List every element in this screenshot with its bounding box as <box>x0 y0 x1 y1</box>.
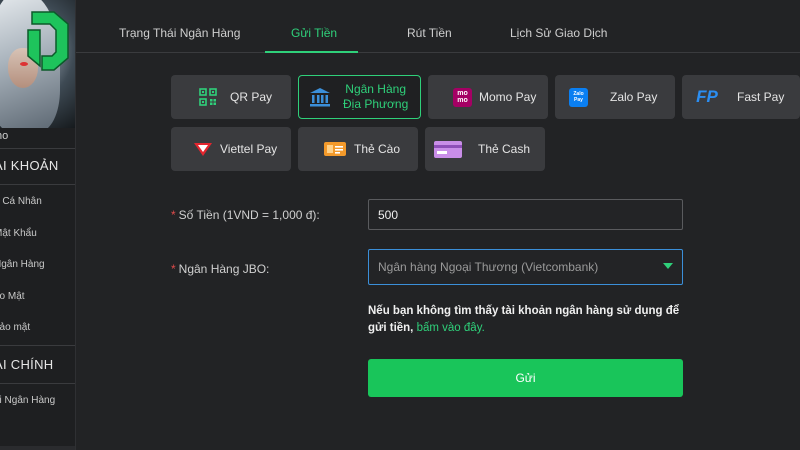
sidebar-item-password[interactable]: Mật Khẩu <box>0 228 37 239</box>
divider <box>0 446 75 450</box>
payment-cash-card[interactable]: Thẻ Cash <box>425 127 545 171</box>
tab-transaction-history[interactable]: Lịch Sử Giao Dịch <box>510 26 607 40</box>
brand-logo-icon <box>27 11 69 71</box>
payment-local-bank[interactable]: Ngân Hàng Địa Phương <box>298 75 421 119</box>
qr-code-icon <box>199 88 217 106</box>
payment-label: Thẻ Cào <box>354 142 401 156</box>
amount-label-text: Số Tiền (1VND = 1,000 đ): <box>178 208 320 222</box>
bank-select[interactable]: Ngân hàng Ngoại Thương (Vietcombank) <box>368 249 683 285</box>
required-mark: * <box>171 262 176 276</box>
payment-label: Fast Pay <box>737 90 785 104</box>
payment-label: Momo Pay <box>479 90 537 104</box>
tab-bank-status[interactable]: Trạng Thái Ngân Hàng <box>119 26 240 40</box>
section-account-title: ÀI KHOẢN <box>0 158 59 173</box>
bank-not-found-note: Nếu bạn không tìm thấy tài khoản ngân hà… <box>368 303 683 337</box>
bank-label-text: Ngân Hàng JBO: <box>178 262 270 276</box>
required-mark: * <box>171 208 176 222</box>
bank-icon <box>309 86 331 108</box>
payment-label: Viettel Pay <box>220 142 278 156</box>
divider <box>0 184 75 185</box>
payment-label: QR Pay <box>230 90 273 104</box>
viettel-icon <box>193 140 213 158</box>
payment-zalo-pay[interactable]: Zalo Pay Zalo Pay <box>555 75 675 119</box>
tab-deposit[interactable]: Gửi Tiền <box>291 26 337 40</box>
payment-label-line1: Ngân Hàng <box>345 82 406 96</box>
momo-icon: mo mo <box>453 87 472 107</box>
note-link[interactable]: bấm vào đây. <box>417 322 485 334</box>
sidebar-item-personal-info[interactable]: n Cá Nhân <box>0 196 42 207</box>
submit-button[interactable]: Gửi <box>368 359 683 397</box>
section-finance-title: ÀI CHÍNH <box>0 357 54 372</box>
payment-momo-pay[interactable]: mo mo Momo Pay <box>428 75 548 119</box>
cash-card-icon <box>433 140 463 159</box>
amount-input[interactable]: 500 <box>368 199 683 230</box>
avatar[interactable] <box>0 0 75 128</box>
sidebar-item-security-question[interactable]: bảo mật <box>0 322 30 333</box>
fastpay-icon: FP <box>696 87 718 106</box>
active-tab-indicator <box>265 51 358 53</box>
bank-label: * Ngân Hàng JBO: <box>171 262 269 276</box>
bank-select-value: Ngân hàng Ngoại Thương (Vietcombank) <box>378 260 599 274</box>
payment-label: Thẻ Cash <box>478 142 531 156</box>
payment-scratch-card[interactable]: Thẻ Cào <box>298 127 418 171</box>
amount-label: * Số Tiền (1VND = 1,000 đ): <box>171 208 320 222</box>
divider <box>0 148 75 149</box>
caret-down-icon <box>663 263 673 269</box>
sidebar: ho ÀI KHOẢN n Cá Nhân Mật Khẩu Ngân Hàng… <box>0 0 76 450</box>
payment-label-line2: Địa Phương <box>343 97 409 111</box>
payment-label: Zalo Pay <box>610 90 658 104</box>
payment-qr-pay[interactable]: QR Pay <box>171 75 291 119</box>
divider <box>0 383 75 384</box>
sidebar-item-security[interactable]: ảo Mật <box>0 291 25 302</box>
payment-label: Ngân Hàng Địa Phương <box>343 82 408 112</box>
payment-fast-pay[interactable]: FP Fast Pay <box>682 75 800 119</box>
zalo-icon: Zalo Pay <box>569 87 588 107</box>
note-text: Nếu bạn không tìm thấy tài khoản ngân hà… <box>368 305 680 334</box>
divider <box>0 345 75 346</box>
payment-viettel-pay[interactable]: Viettel Pay <box>171 127 291 171</box>
user-name: ho <box>0 130 9 142</box>
sidebar-item-bank[interactable]: Ngân Hàng <box>0 259 45 270</box>
scratch-card-icon <box>323 141 347 157</box>
tab-withdraw[interactable]: Rút Tiền <box>407 26 452 40</box>
sidebar-item-bank-status[interactable]: ái Ngân Hàng <box>0 395 55 406</box>
